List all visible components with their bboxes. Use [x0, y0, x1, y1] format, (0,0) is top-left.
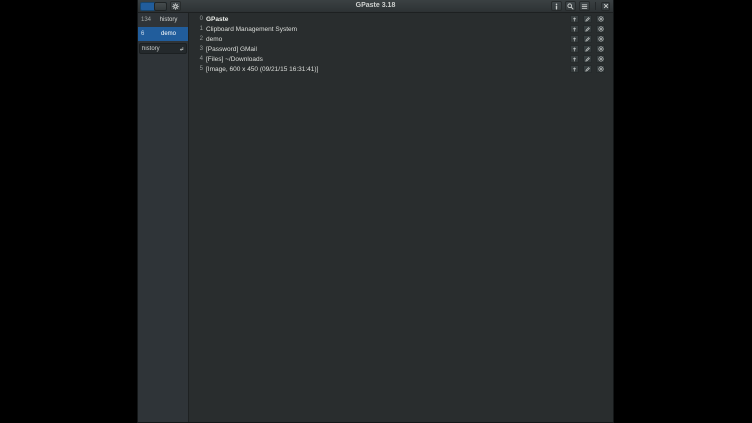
header-bar: GPaste 3.18	[138, 0, 613, 13]
item-text: demo	[206, 36, 564, 43]
history-sidebar: 134 history 6 demo	[138, 13, 189, 422]
delete-button[interactable]	[596, 45, 605, 53]
item-text: [Files] ~/Downloads	[206, 56, 564, 63]
item-index: 5	[197, 66, 203, 72]
upload-button[interactable]	[570, 45, 579, 53]
item-text: [Image, 600 x 450 (09/21/15 16:31:41)]	[206, 66, 564, 73]
header-right-controls	[551, 1, 613, 11]
edit-icon	[585, 67, 590, 72]
clipboard-item-row[interactable]: 1 Clipboard Management System	[189, 24, 613, 34]
item-text: [Password] GMail	[206, 46, 564, 53]
delete-button[interactable]	[596, 25, 605, 33]
delete-icon	[598, 46, 604, 52]
window-body: 134 history 6 demo 0 GPaste	[138, 13, 613, 422]
edit-button[interactable]	[583, 35, 592, 43]
edit-button[interactable]	[583, 55, 592, 63]
search-button[interactable]	[565, 1, 576, 11]
edit-icon	[585, 27, 590, 32]
delete-button[interactable]	[596, 15, 605, 23]
menu-button[interactable]	[579, 1, 590, 11]
clipboard-item-row[interactable]: 5 [Image, 600 x 450 (09/21/15 16:31:41)]	[189, 64, 613, 74]
history-item-label: demo	[153, 31, 188, 37]
delete-button[interactable]	[596, 55, 605, 63]
upload-icon	[572, 57, 577, 62]
search-icon	[567, 3, 574, 10]
delete-icon	[598, 56, 604, 62]
delete-icon	[598, 66, 604, 72]
header-left-controls	[138, 1, 181, 11]
close-button[interactable]	[601, 2, 610, 11]
upload-icon	[572, 17, 577, 22]
tracking-switch[interactable]	[140, 2, 167, 11]
history-entry[interactable]	[140, 44, 179, 53]
window-title: GPaste 3.18	[138, 0, 613, 12]
gpaste-window: GPaste 3.18	[138, 0, 613, 422]
item-index: 2	[197, 36, 203, 42]
clipboard-item-row[interactable]: 0 GPaste	[189, 14, 613, 24]
item-index: 0	[197, 16, 203, 22]
item-text: GPaste	[206, 16, 564, 23]
edit-button[interactable]	[583, 65, 592, 73]
titlebar-separator	[595, 2, 596, 10]
edit-button[interactable]	[583, 15, 592, 23]
upload-button[interactable]	[570, 15, 579, 23]
history-item-count: 6	[138, 31, 153, 37]
switch-knob	[154, 2, 167, 11]
menu-icon	[581, 3, 588, 10]
item-index: 3	[197, 46, 203, 52]
upload-button[interactable]	[570, 55, 579, 63]
desktop-background: GPaste 3.18	[0, 0, 752, 423]
info-icon	[553, 3, 560, 10]
edit-button[interactable]	[583, 25, 592, 33]
settings-button[interactable]	[170, 1, 181, 11]
gear-icon	[172, 3, 179, 10]
clipboard-item-row[interactable]: 3 [Password] GMail	[189, 44, 613, 54]
edit-icon	[585, 47, 590, 52]
item-actions	[570, 35, 605, 43]
edit-icon	[585, 57, 590, 62]
delete-icon	[598, 16, 604, 22]
upload-icon	[572, 47, 577, 52]
edit-icon	[585, 37, 590, 42]
item-actions	[570, 45, 605, 53]
history-list: 134 history 6 demo	[138, 13, 188, 41]
history-list-item[interactable]: 134 history	[138, 13, 188, 27]
item-actions	[570, 65, 605, 73]
upload-icon	[572, 27, 577, 32]
item-text: Clipboard Management System	[206, 26, 564, 33]
history-item-count: 134	[138, 17, 153, 23]
item-actions	[570, 25, 605, 33]
delete-button[interactable]	[596, 65, 605, 73]
clipboard-item-row[interactable]: 2 demo	[189, 34, 613, 44]
history-entry-wrap	[139, 43, 187, 54]
delete-icon	[598, 26, 604, 32]
item-actions	[570, 15, 605, 23]
delete-button[interactable]	[596, 35, 605, 43]
upload-button[interactable]	[570, 25, 579, 33]
about-button[interactable]	[551, 1, 562, 11]
upload-button[interactable]	[570, 65, 579, 73]
upload-icon	[572, 67, 577, 72]
close-icon	[603, 3, 609, 9]
delete-icon	[598, 36, 604, 42]
edit-icon	[585, 17, 590, 22]
history-list-item[interactable]: 6 demo	[138, 27, 188, 41]
upload-icon	[572, 37, 577, 42]
clipboard-item-row[interactable]: 4 [Files] ~/Downloads	[189, 54, 613, 64]
item-index: 4	[197, 56, 203, 62]
item-index: 1	[197, 26, 203, 32]
upload-button[interactable]	[570, 35, 579, 43]
enter-icon	[179, 46, 184, 52]
item-actions	[570, 55, 605, 63]
edit-button[interactable]	[583, 45, 592, 53]
clipboard-list: 0 GPaste	[189, 13, 613, 422]
history-item-label: history	[153, 17, 188, 23]
